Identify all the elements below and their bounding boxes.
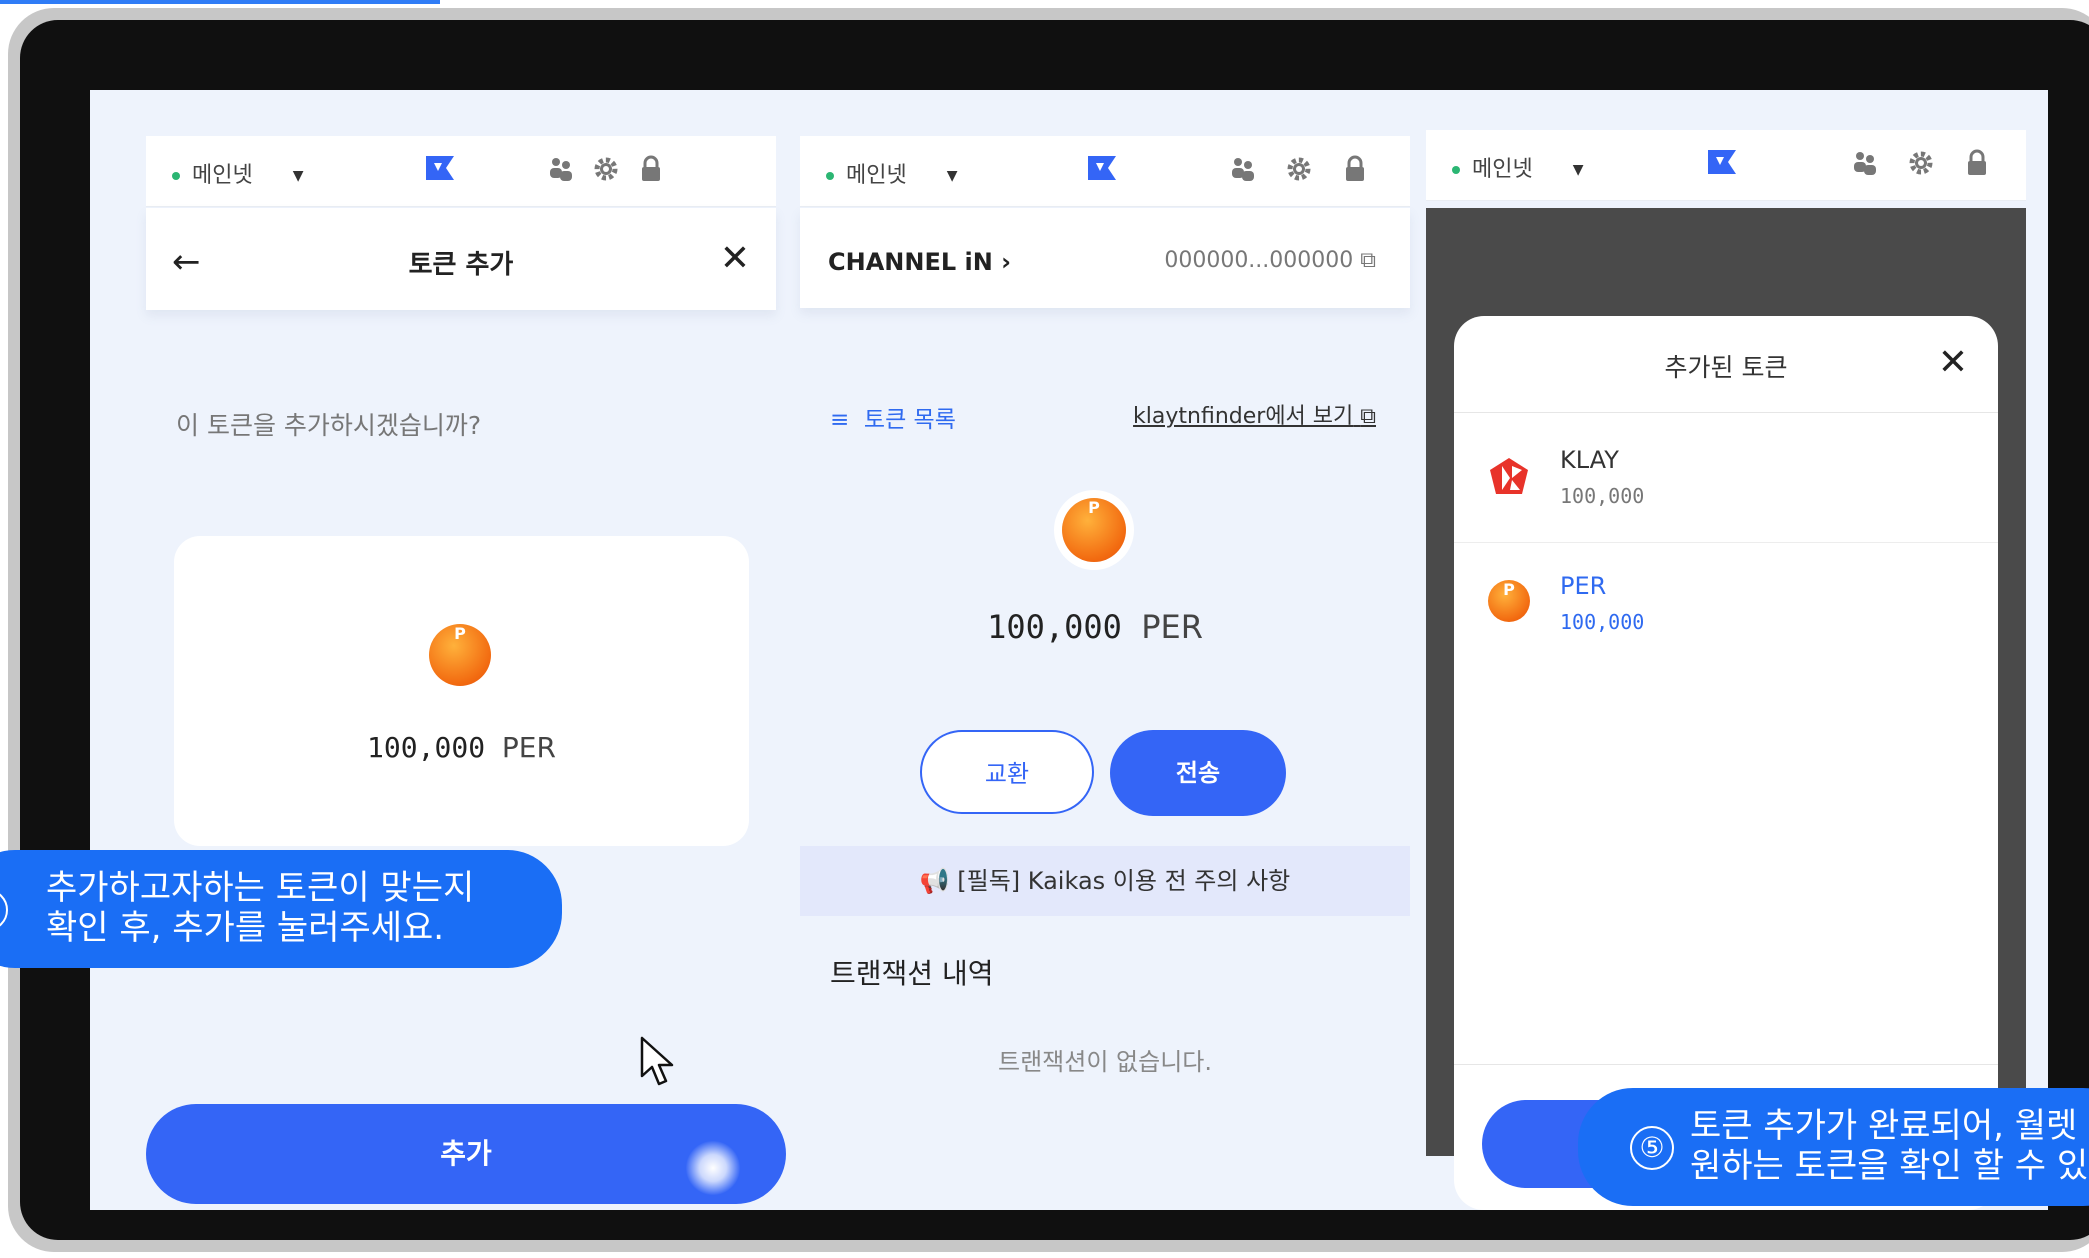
tablet-bezel: 메인넷 ▼ ← 토큰 추가 ✕ 이 토큰을 추가하시겠습니까? 100,000 P… [20, 20, 2089, 1240]
amount-value: 100,000 [367, 731, 486, 764]
balance-unit: PER [1141, 608, 1203, 646]
notice-banner[interactable]: 📢 [필독] Kaikas 이용 전 주의 사항 [800, 846, 1410, 916]
network-selector[interactable]: 메인넷 ▼ [172, 157, 304, 189]
callout-text: 토큰 추가가 완료되어, 월렛 원하는 토큰을 확인 할 수 있 [1690, 1106, 2088, 1186]
kaikas-logo-icon [426, 156, 454, 180]
lock-icon[interactable] [1340, 154, 1370, 184]
network-label: 메인넷 [846, 163, 907, 188]
caret-down-icon: ▼ [1572, 162, 1584, 178]
list-icon: ≡ [830, 407, 850, 433]
gear-icon[interactable] [1284, 154, 1314, 184]
divider [1454, 1064, 1998, 1065]
network-label: 메인넷 [1472, 157, 1533, 182]
token-amount: 100,000 PER [174, 731, 749, 764]
close-icon[interactable]: ✕ [720, 238, 750, 279]
top-bar: 메인넷 ▼ [800, 136, 1410, 207]
page-title: 토큰 추가 [408, 250, 514, 280]
copy-icon[interactable]: ⧉ [1360, 248, 1376, 273]
network-status-dot [826, 172, 834, 180]
caret-down-icon: ▼ [946, 168, 958, 184]
account-name-label: CHANNEL iN [828, 248, 993, 276]
finder-label: klaytnfinder에서 보기 [1133, 404, 1354, 429]
klay-token-icon [1490, 458, 1528, 494]
amount-unit: PER [501, 731, 556, 764]
token-list-label: 토큰 목록 [863, 407, 956, 433]
token-preview-card: 100,000 PER [174, 536, 749, 846]
add-token-panel: 메인넷 ▼ ← 토큰 추가 ✕ 이 토큰을 추가하시겠습니까? 100,000 P… [146, 136, 786, 1204]
address-text: 000000...000000 [1164, 248, 1354, 273]
network-selector[interactable]: 메인넷 ▼ [1452, 151, 1584, 183]
transaction-history-title: 트랜잭션 내역 [830, 957, 994, 990]
gear-icon[interactable] [591, 154, 621, 184]
step-number: ⑤ [1630, 1126, 1674, 1170]
swap-button[interactable]: 교환 [920, 730, 1094, 814]
callout-line-2: 원하는 토큰을 확인 할 수 있 [1690, 1146, 2089, 1186]
token-list-link[interactable]: ≡ 토큰 목록 [830, 400, 956, 434]
step5-callout: ⑤ 토큰 추가가 완료되어, 월렛 원하는 토큰을 확인 할 수 있 [1578, 1088, 2089, 1206]
token-name-per: PER [1560, 572, 1607, 600]
chevron-right-icon: › [1001, 248, 1012, 276]
network-selector[interactable]: 메인넷 ▼ [826, 157, 958, 189]
accounts-icon[interactable] [546, 154, 576, 184]
megaphone-icon: 📢 [919, 867, 950, 895]
empty-transactions: 트랜잭션이 없습니다. [998, 1048, 1212, 1076]
accounts-icon[interactable] [1228, 154, 1258, 184]
send-button[interactable]: 전송 [1110, 730, 1286, 816]
kaikas-logo-icon [1708, 150, 1736, 174]
gear-icon[interactable] [1906, 148, 1936, 178]
network-label: 메인넷 [192, 163, 253, 188]
account-header: CHANNEL iN › 000000...000000 ⧉ [800, 208, 1410, 308]
per-token-icon [1488, 580, 1530, 622]
added-tokens-panel: 메인넷 ▼ 추가된 토큰 ✕ KLAY 100,000 PER 100,000 [1426, 130, 2026, 1210]
accounts-icon[interactable] [1850, 148, 1880, 178]
per-token-icon [1062, 498, 1126, 562]
network-status-dot [1452, 166, 1460, 174]
network-status-dot [172, 172, 180, 180]
account-name[interactable]: CHANNEL iN › [828, 248, 1011, 276]
notice-text: [필독] Kaikas 이용 전 주의 사항 [957, 867, 1291, 895]
per-token-icon [429, 624, 491, 686]
callout-line-1: 추가하고자하는 토큰이 맞는지 [46, 868, 475, 908]
wallet-panel: 메인넷 ▼ CHANNEL iN › 000000...000000 ⧉ ≡ 토큰… [800, 136, 1410, 1196]
top-bar: 메인넷 ▼ [1426, 130, 2026, 201]
external-link-icon: ⧉ [1360, 404, 1376, 429]
callout-line-1: 토큰 추가가 완료되어, 월렛 [1690, 1106, 2078, 1146]
lock-icon[interactable] [1962, 148, 1992, 178]
close-icon[interactable]: ✕ [1938, 342, 1968, 383]
page-header: ← 토큰 추가 ✕ [146, 208, 776, 310]
wallet-address[interactable]: 000000...000000 ⧉ [1164, 248, 1376, 273]
callout-text: 추가하고자하는 토큰이 맞는지 확인 후, 추가를 눌러주세요. [46, 868, 474, 948]
step4-callout: 추가하고자하는 토큰이 맞는지 확인 후, 추가를 눌러주세요. [0, 850, 562, 968]
mouse-cursor-icon [640, 1036, 674, 1086]
click-highlight [686, 1141, 740, 1195]
token-balance-klay: 100,000 [1560, 484, 1645, 508]
divider [1454, 412, 1998, 413]
added-tokens-modal: 추가된 토큰 ✕ KLAY 100,000 PER 100,000 토큰 추가 [1454, 316, 1998, 1210]
callout-line-2: 확인 후, 추가를 눌러주세요. [46, 908, 445, 948]
klaytnfinder-link[interactable]: klaytnfinder에서 보기 ⧉ [1133, 398, 1376, 430]
balance-value: 100,000 [987, 608, 1122, 646]
lock-icon[interactable] [636, 154, 666, 184]
kaikas-logo-icon [1088, 156, 1116, 180]
modal-title: 추가된 토큰 [1664, 353, 1788, 382]
tablet-frame: 메인넷 ▼ ← 토큰 추가 ✕ 이 토큰을 추가하시겠습니까? 100,000 P… [8, 8, 2089, 1252]
step-number-circle [0, 889, 8, 931]
top-bar: 메인넷 ▼ [146, 136, 776, 207]
token-balance-per: 100,000 [1560, 610, 1645, 634]
divider [1454, 542, 1998, 543]
token-balance: 100,000 PER [780, 608, 1410, 646]
caret-down-icon: ▼ [292, 168, 304, 184]
confirm-question: 이 토큰을 추가하시겠습니까? [176, 411, 482, 440]
screen: 메인넷 ▼ ← 토큰 추가 ✕ 이 토큰을 추가하시겠습니까? 100,000 P… [90, 90, 2048, 1210]
token-name-klay: KLAY [1560, 446, 1619, 474]
top-accent-line [0, 0, 440, 4]
modal-backdrop[interactable]: 추가된 토큰 ✕ KLAY 100,000 PER 100,000 토큰 추가 [1426, 208, 2026, 1210]
